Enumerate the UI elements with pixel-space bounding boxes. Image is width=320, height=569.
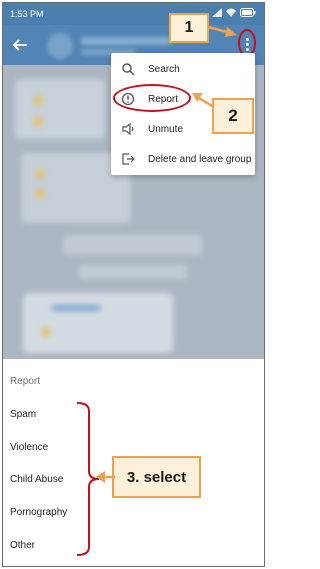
report-option-pornography[interactable]: Pornography (10, 507, 67, 518)
highlight-oval-report (113, 84, 191, 112)
blurred-message (51, 305, 101, 311)
menu-label-unmute: Unmute (148, 123, 184, 135)
blurred-message (35, 169, 45, 179)
battery-icon (240, 8, 256, 17)
blurred-message (63, 235, 203, 255)
blurred-message (33, 95, 43, 105)
exit-icon (122, 153, 135, 165)
blurred-message (23, 293, 173, 353)
callout-step-1: 1 (169, 13, 209, 43)
arrow-left-icon[interactable] (11, 36, 29, 54)
menu-item-search[interactable]: Search (111, 54, 255, 84)
status-time: 1:53 PM (10, 9, 44, 19)
callout-step-3: 3. select (112, 456, 201, 498)
report-option-other[interactable]: Other (10, 540, 35, 551)
callout-step-3-label: 3. select (126, 468, 187, 486)
callout-step-2: 2 (212, 98, 254, 134)
group-name-blurred[interactable] (81, 37, 171, 45)
group-avatar[interactable] (47, 33, 73, 59)
blurred-message (35, 189, 45, 199)
report-option-violence[interactable]: Violence (10, 442, 48, 453)
callout-1-arrow (207, 25, 237, 37)
screenshot-frame: 1:53 PM Search Report Unmute Delete and … (2, 2, 265, 567)
callout-step-1-label: 1 (184, 19, 194, 36)
search-icon (122, 63, 135, 76)
callout-step-2-label: 2 (228, 106, 238, 125)
callout-3-arrow (96, 471, 115, 483)
report-bottom-sheet: Report Spam Violence Child Abuse Pornogr… (3, 359, 264, 566)
callout-2-arrow (192, 93, 215, 109)
blurred-message (78, 265, 188, 279)
blurred-message (41, 327, 51, 337)
menu-item-delete-leave[interactable]: Delete and leave group (111, 144, 255, 174)
report-option-spam[interactable]: Spam (10, 409, 36, 420)
status-icons (212, 8, 256, 17)
menu-label-delete-leave: Delete and leave group (148, 153, 252, 165)
speaker-icon (122, 122, 134, 136)
blurred-message (15, 79, 105, 139)
report-sheet-title: Report (10, 376, 41, 387)
wifi-icon (226, 8, 236, 17)
blurred-message (33, 117, 43, 127)
menu-label-search: Search (148, 63, 180, 75)
signal-icon (212, 8, 222, 17)
report-option-child-abuse[interactable]: Child Abuse (10, 474, 63, 485)
